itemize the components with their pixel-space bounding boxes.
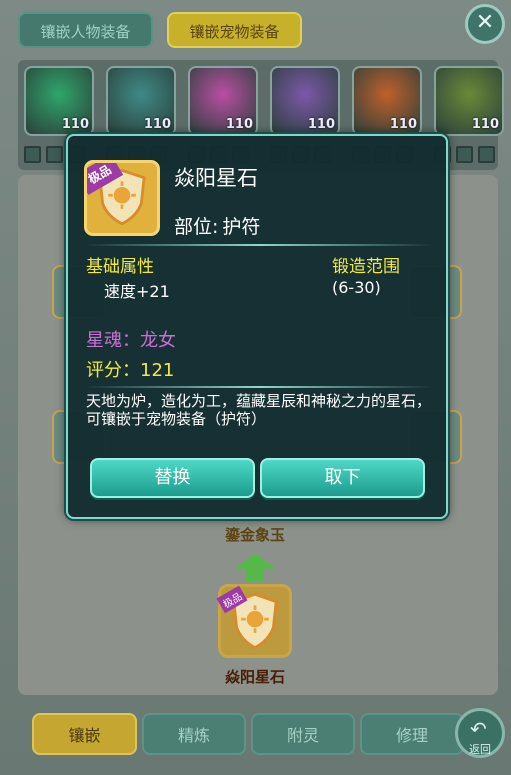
pet-avatar[interactable]: 110 bbox=[270, 66, 340, 136]
gem-detail-popup: 极品 焱阳星石 部位: 护符 基础属性 锻造范围 速度+21 (6-30) 星魂：… bbox=[66, 134, 448, 519]
divider bbox=[84, 244, 434, 246]
base-attr-title: 基础属性 bbox=[86, 257, 154, 277]
tab-repair[interactable]: 修理 bbox=[360, 713, 464, 755]
pet-avatar[interactable]: 110 bbox=[188, 66, 258, 136]
selected-gem-slot[interactable]: 极品 bbox=[216, 584, 292, 658]
star-soul: 星魂：龙女 bbox=[86, 330, 176, 351]
score: 评分：121 bbox=[86, 360, 175, 381]
divider bbox=[84, 386, 434, 388]
tab-refine[interactable]: 精炼 bbox=[142, 713, 246, 755]
forge-range-value: (6-30) bbox=[332, 278, 381, 297]
pet-avatar[interactable]: 110 bbox=[434, 66, 504, 136]
remove-button[interactable]: 取下 bbox=[260, 458, 425, 498]
back-label: 返回 bbox=[469, 743, 491, 756]
gem-description: 天地为炉，造化为工，蕴藏星辰和神秘之力的星石，可镶嵌于宠物装备（护符） bbox=[86, 392, 432, 428]
pet-level: 110 bbox=[389, 117, 417, 132]
tab-character-equipment[interactable]: 镶嵌人物装备 bbox=[18, 12, 153, 48]
gem-slot: 部位: 护符 bbox=[174, 212, 260, 239]
pet-equip-slot[interactable] bbox=[478, 146, 495, 163]
gem-icon: 极品 bbox=[84, 160, 160, 236]
pet-equip-slot[interactable] bbox=[456, 146, 473, 163]
speed-attr: 速度+21 bbox=[104, 282, 170, 301]
selected-gem-name: 焱阳星石 bbox=[224, 668, 285, 686]
back-arrow-icon: ↶ bbox=[470, 717, 487, 741]
slot-value: 护符 bbox=[222, 216, 261, 238]
slot-label: 部位: bbox=[174, 216, 219, 238]
back-button[interactable]: ↶ 返回 bbox=[455, 708, 505, 758]
pet-equip-slot[interactable] bbox=[46, 146, 63, 163]
pet-level: 110 bbox=[471, 117, 499, 132]
pet-equip-slot[interactable] bbox=[24, 146, 41, 163]
target-equipment-name: 鎏金象玉 bbox=[224, 526, 285, 544]
gem-name: 焱阳星石 bbox=[174, 166, 258, 190]
tab-pet-equipment[interactable]: 镶嵌宠物装备 bbox=[167, 12, 302, 48]
pet-level: 110 bbox=[61, 117, 89, 132]
pet-avatar[interactable]: 110 bbox=[352, 66, 422, 136]
forge-range-title: 锻造范围 bbox=[332, 257, 400, 277]
replace-button[interactable]: 替换 bbox=[90, 458, 255, 498]
tab-enchant[interactable]: 附灵 bbox=[251, 713, 355, 755]
pet-avatar[interactable]: 110 bbox=[106, 66, 176, 136]
pet-avatar[interactable]: 110 bbox=[24, 66, 94, 136]
pet-level: 110 bbox=[307, 117, 335, 132]
pet-level: 110 bbox=[143, 117, 171, 132]
up-arrow-icon bbox=[235, 553, 275, 581]
close-button[interactable]: ✕ bbox=[465, 4, 505, 44]
tab-inlay[interactable]: 镶嵌 bbox=[32, 713, 137, 755]
pet-level: 110 bbox=[225, 117, 253, 132]
